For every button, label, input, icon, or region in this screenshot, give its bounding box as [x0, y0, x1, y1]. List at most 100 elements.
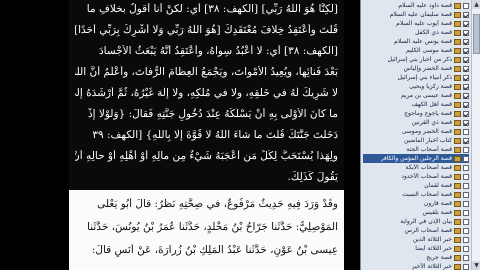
- toc-tree-item[interactable]: قصة أصحاب الجنة: [363, 145, 469, 154]
- table-of-contents-panel: قصة داود عليه السلام قصة سليمان عليه السل…: [360, 0, 480, 270]
- tree-checkbox[interactable]: [463, 110, 469, 117]
- book-icon: [454, 191, 461, 198]
- toc-tree-item[interactable]: قصة سليمان عليه السلام: [363, 10, 469, 19]
- book-icon: [454, 110, 461, 117]
- tree-checkbox[interactable]: [463, 254, 469, 261]
- tree-checkbox[interactable]: [463, 20, 469, 27]
- tree-checkbox[interactable]: [463, 209, 469, 216]
- tree-checkbox[interactable]: [463, 146, 469, 153]
- tree-checkbox[interactable]: [463, 173, 469, 180]
- tree-item-label: قصة أهل الكهف: [411, 101, 452, 108]
- toc-tree-item[interactable]: قصة زكريا ويحيى: [363, 82, 469, 91]
- document-page[interactable]: [لَكِنَّا هُوَ اللَّهُ رَبِّي] [الكهف: ٣…: [69, 0, 344, 270]
- toc-tree-item[interactable]: قصة قارون: [363, 199, 469, 208]
- highlighted-line: بَعْدَ فَنائِها، ويُعِيدُ الأمْواتَ، ويَ…: [75, 66, 338, 78]
- tree-checkbox[interactable]: [463, 200, 469, 207]
- toc-tree-item[interactable]: قصة أيوب عليه السلام: [363, 19, 469, 28]
- toc-tree-item[interactable]: قصة الخضر وإلياس: [363, 64, 469, 73]
- tree-checkbox[interactable]: [463, 128, 469, 135]
- toc-tree-item[interactable]: قصة عيسى بن مريم: [363, 91, 469, 100]
- toc-tree-item[interactable]: قصة موسى الكليم: [363, 46, 469, 55]
- tree-checkbox[interactable]: [463, 56, 469, 63]
- tree-item-label: قصة أصحاب الأخدود: [401, 173, 452, 180]
- vertical-scrollbar[interactable]: ▲ ▼: [471, 0, 480, 270]
- tree-item-label: قصة أصحاب السبت: [402, 191, 452, 198]
- tree-checkbox[interactable]: [463, 65, 469, 72]
- tree-item-label: قصة أيوب عليه السلام: [396, 20, 452, 27]
- tree-item-label: قصة ذي الكفل: [415, 29, 452, 36]
- toc-tree-item[interactable]: قصة يأجوج ومأجوج: [363, 109, 469, 118]
- tree-checkbox[interactable]: [463, 11, 469, 18]
- tree-checkbox[interactable]: [463, 218, 469, 225]
- tree-checkbox[interactable]: [463, 47, 469, 54]
- tree-checkbox[interactable]: [463, 137, 469, 144]
- book-icon: [454, 2, 461, 9]
- tree-checkbox[interactable]: [463, 245, 469, 252]
- book-icon: [454, 74, 461, 81]
- toc-tree-item[interactable]: ذكر من أخبار بني إسرائيل: [363, 55, 469, 64]
- toc-tree-item[interactable]: قصة جريج: [363, 253, 469, 262]
- toc-tree-item[interactable]: قصة أصحاب الرس: [363, 226, 469, 235]
- text-line: عِيسى بْنُ عَوْنٍ، حَدَّثَنا عَبْدُ المَ…: [91, 244, 338, 256]
- toc-tree-item[interactable]: كتاب أخبار الماضين: [363, 136, 469, 145]
- highlighted-line: لا شَرِيكَ لَهُ في خَلْقِهِ، ولا في مُلْ…: [75, 87, 338, 99]
- book-icon: [454, 182, 461, 189]
- toc-tree-item[interactable]: قصة أصحاب السبت: [363, 190, 469, 199]
- highlighted-line: قُلْتَ وأعْتَقِدُ خِلافَ مُعْتَقَدِكَ [ه…: [75, 24, 338, 36]
- toc-tree-item[interactable]: قصة ذي الكفل: [363, 28, 469, 37]
- book-icon: [454, 218, 461, 225]
- tree-checkbox[interactable]: [463, 83, 469, 90]
- book-icon: [454, 155, 461, 162]
- toc-tree-item[interactable]: ذكر أنبياء بني إسرائيل: [363, 73, 469, 82]
- toc-tree-item[interactable]: قصة الرجلين المؤمن والكافر: [363, 154, 469, 163]
- tree-checkbox[interactable]: [463, 191, 469, 198]
- tree-item-label: قصة الخضر وإلياس: [403, 65, 452, 72]
- book-icon: [454, 65, 461, 72]
- book-icon: [454, 101, 461, 108]
- book-icon: [454, 164, 461, 171]
- tree-item-label: قصة قارون: [423, 200, 452, 207]
- tree-checkbox[interactable]: [463, 101, 469, 108]
- toc-tree-item[interactable]: قصة الخضر وموسى: [363, 127, 469, 136]
- toc-tree: قصة داود عليه السلام قصة سليمان عليه السل…: [361, 0, 471, 270]
- tree-checkbox[interactable]: [463, 263, 469, 270]
- toc-tree-item[interactable]: قصة بلقيس: [363, 208, 469, 217]
- tree-checkbox[interactable]: [463, 155, 469, 162]
- tree-checkbox[interactable]: [463, 227, 469, 234]
- tree-item-label: قصة أصحاب الجنة: [406, 146, 452, 153]
- toc-tree-item[interactable]: خبر الثلاثة الذين: [363, 235, 469, 244]
- book-icon: [454, 92, 461, 99]
- scroll-up-button[interactable]: ▲: [472, 0, 480, 9]
- toc-tree-item[interactable]: قصة أصحاب الأيكة: [363, 163, 469, 172]
- tree-item-label: قصة بلقيس: [422, 209, 452, 216]
- highlighted-line: دَخَلْتَ جَنَّتَكَ قُلْتَ ما شاءَ اللَّه…: [92, 129, 338, 141]
- book-icon: [454, 56, 461, 63]
- scroll-down-button[interactable]: ▼: [472, 261, 480, 270]
- book-icon: [454, 254, 461, 261]
- tree-item-label: قصة لقمان: [424, 182, 452, 189]
- tree-checkbox[interactable]: [463, 74, 469, 81]
- tree-checkbox[interactable]: [463, 164, 469, 171]
- tree-checkbox[interactable]: [463, 182, 469, 189]
- tree-item-label: قصة زكريا ويحيى: [409, 83, 452, 90]
- tree-item-label: ذكر أنبياء بني إسرائيل: [397, 74, 452, 81]
- tree-checkbox[interactable]: [463, 38, 469, 45]
- tree-checkbox[interactable]: [463, 92, 469, 99]
- toc-tree-item[interactable]: قصة أصحاب الأخدود: [363, 172, 469, 181]
- tree-item-label: قصة يونس عليه السلام: [394, 38, 452, 45]
- tree-item-label: قصة الرجلين المؤمن والكافر: [380, 155, 452, 162]
- tree-checkbox[interactable]: [463, 2, 469, 9]
- scroll-thumb[interactable]: [473, 14, 480, 54]
- text-line: المَوْصِلِيُّ: حَدَّثَنا جَرّاحُ بْنُ مَ…: [87, 221, 338, 233]
- tree-checkbox[interactable]: [463, 29, 469, 36]
- toc-tree-item[interactable]: بيان الإذن في الرواية: [363, 217, 469, 226]
- toc-tree-item[interactable]: خبر الثلاثة أيضاً: [363, 244, 469, 253]
- toc-tree-item[interactable]: قصة داود عليه السلام: [363, 1, 469, 10]
- toc-tree-item[interactable]: خبر الثلاثة الأخير: [363, 262, 469, 270]
- toc-tree-item[interactable]: قصة لقمان: [363, 181, 469, 190]
- tree-checkbox[interactable]: [463, 236, 469, 243]
- toc-tree-item[interactable]: قصة ذي القرنين: [363, 118, 469, 127]
- tree-checkbox[interactable]: [463, 119, 469, 126]
- toc-tree-item[interactable]: قصة يونس عليه السلام: [363, 37, 469, 46]
- toc-tree-item[interactable]: قصة أهل الكهف: [363, 100, 469, 109]
